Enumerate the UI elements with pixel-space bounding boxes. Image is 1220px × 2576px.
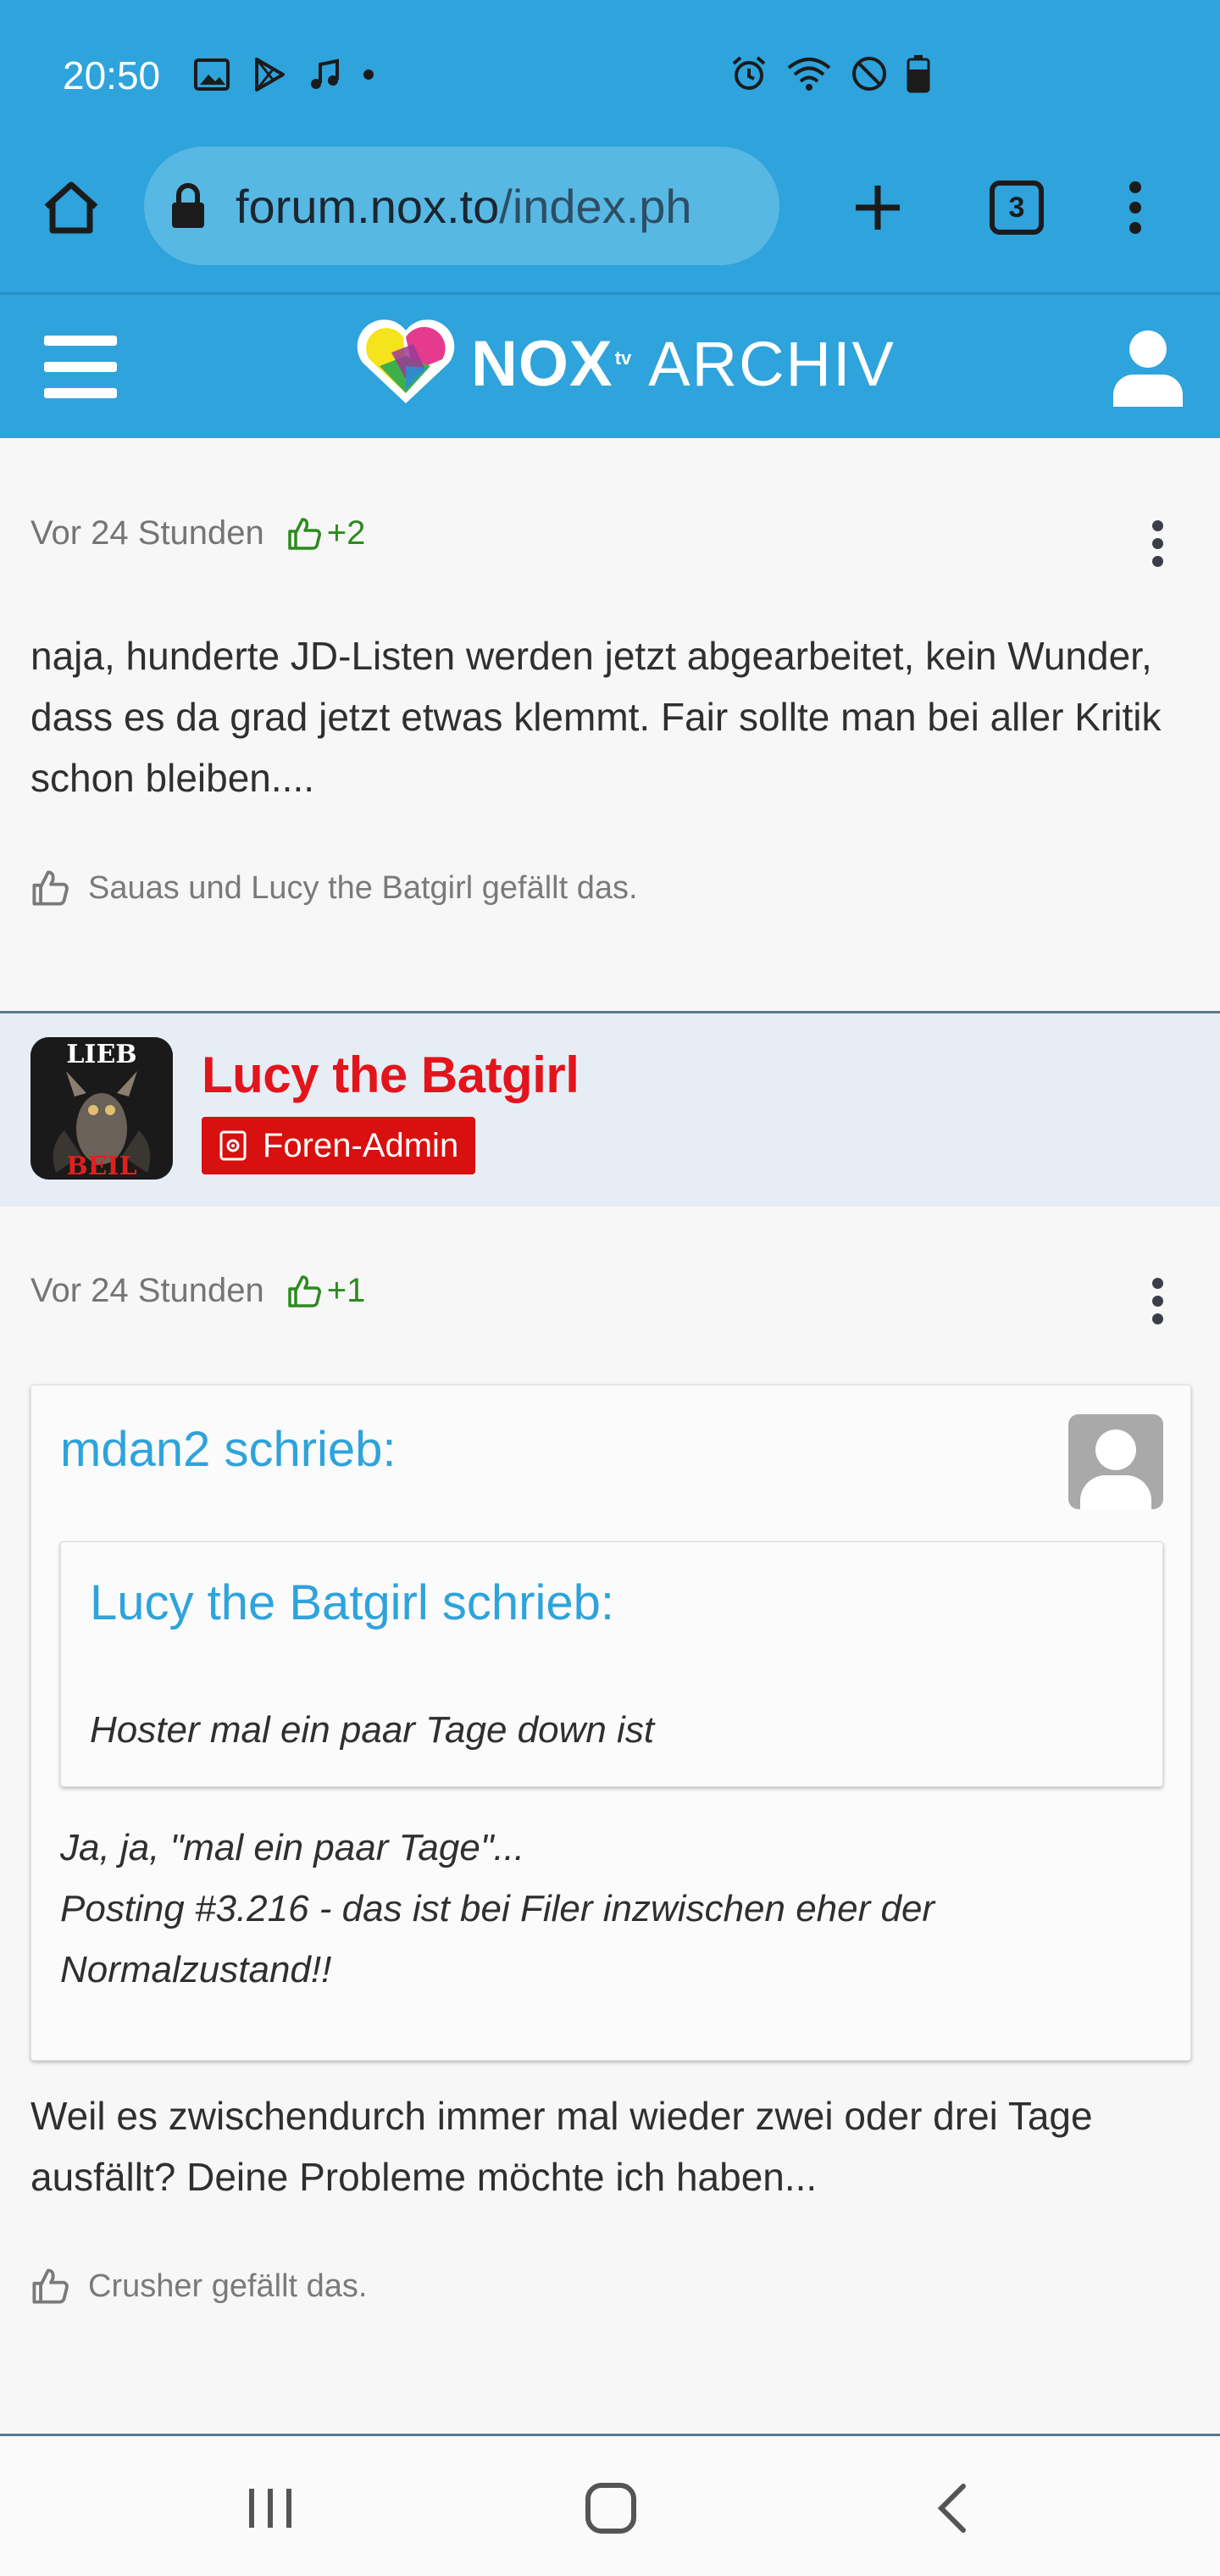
do-not-disturb-icon (852, 57, 886, 91)
recent-apps-button[interactable] (232, 2470, 308, 2546)
url-domain: forum.nox.to (236, 179, 500, 233)
reaction-text: Sauas und Lucy the Batgirl gefällt das. (88, 869, 638, 906)
post-likes[interactable]: +2 (286, 514, 366, 552)
thumbs-up-icon (288, 517, 321, 550)
browser-home-button[interactable] (37, 174, 105, 242)
browser-menu-button[interactable] (1110, 174, 1161, 242)
alarm-icon (732, 56, 766, 90)
post-options-button[interactable] (1144, 514, 1171, 573)
plus-icon (856, 186, 900, 230)
post-body: Weil es zwischendurch immer mal wieder z… (30, 2094, 1093, 2199)
user-icon (1113, 330, 1183, 407)
logo-tv-text: tv (614, 347, 632, 369)
tab-switcher-button[interactable]: 3 (990, 180, 1044, 235)
post-body: naja, hunderte JD-Listen werden jetzt ab… (30, 634, 1162, 800)
home-button[interactable] (573, 2470, 649, 2546)
image-icon (194, 58, 230, 91)
role-badge: Foren-Admin (202, 1117, 476, 1174)
quote-text-line: Normalzustand!! (60, 1949, 332, 1990)
wifi-icon (787, 58, 831, 91)
post-likes[interactable]: +1 (286, 1272, 366, 1310)
post-reactions[interactable]: Crusher gefällt das. (30, 2267, 368, 2306)
post-author-header: LIEB BEIL Lucy the Batgirl Foren-Admin (0, 1013, 1220, 1207)
admin-badge-icon (219, 1130, 247, 1161)
hamburger-line (44, 388, 117, 398)
thread-content: Vor 24 Stunden +2 naja, hunderte JD-List… (0, 438, 1220, 2434)
nested-quote-block: Lucy the Batgirl schrieb: Hoster mal ein… (60, 1541, 1163, 1787)
user-account-button[interactable] (1110, 325, 1186, 410)
nested-quote-title[interactable]: Lucy the Batgirl schrieb: (90, 1574, 614, 1631)
home-nav-icon (585, 2483, 636, 2534)
thumbs-up-outline-icon (32, 870, 69, 906)
post-time[interactable]: Vor 24 Stunden (30, 514, 264, 552)
menu-button[interactable] (44, 336, 117, 398)
dot-icon (363, 69, 374, 80)
quote-block: mdan2 schrieb: Lucy the Batgirl schrieb:… (30, 1385, 1191, 2061)
hamburger-line (44, 362, 117, 372)
logo-archiv-text: ARCHIV (648, 328, 896, 399)
back-button[interactable] (913, 2470, 990, 2546)
thumbs-up-icon (288, 1274, 321, 1307)
battery-icon (907, 55, 930, 93)
url-path: /index.ph (499, 179, 692, 233)
thumbs-up-outline-icon (32, 2268, 69, 2304)
status-bar: 20:50 (0, 0, 1220, 140)
system-nav-bar (0, 2434, 1220, 2576)
lock-icon (172, 183, 204, 228)
heart-logo-icon (357, 319, 455, 403)
logo-nox-text: NOX (471, 327, 613, 400)
site-header: NOX tv ARCHIV (0, 292, 1220, 438)
home-icon (44, 181, 98, 234)
quote-text-line: Posting #3.216 - das ist bei Filer inzwi… (60, 1888, 935, 1929)
status-right-icons (730, 54, 930, 93)
post-likes-count: +1 (326, 1272, 366, 1309)
recent-apps-icon (249, 2489, 291, 2528)
hamburger-line (44, 336, 117, 346)
default-avatar-icon (1080, 1430, 1151, 1509)
status-time: 20:50 (63, 53, 161, 97)
post-reactions[interactable]: Sauas und Lucy the Batgirl gefällt das. (30, 869, 638, 908)
avatar-text-top: LIEB (66, 1040, 136, 1069)
avatar[interactable]: LIEB BEIL (30, 1037, 173, 1180)
music-icon (311, 58, 339, 89)
post-likes-count: +2 (326, 514, 366, 552)
quote-title[interactable]: mdan2 schrieb: (60, 1421, 396, 1478)
nested-quote-text: Hoster mal ein paar Tage down ist (90, 1709, 655, 1751)
back-icon (937, 2484, 966, 2533)
url-text[interactable]: forum.nox.to/index.ph (236, 179, 761, 234)
browser-toolbar: forum.nox.to/index.ph 3 (0, 140, 1220, 292)
reaction-text: Crusher gefällt das. (88, 2268, 368, 2304)
post-time[interactable]: Vor 24 Stunden (30, 1272, 264, 1310)
new-tab-button[interactable] (844, 174, 912, 242)
role-label: Foren-Admin (263, 1126, 459, 1164)
quote-text-line: Ja, ja, "mal ein paar Tage"... (60, 1827, 525, 1868)
avatar-text-bottom: BEIL (66, 1152, 136, 1180)
post-options-button[interactable] (1144, 1271, 1171, 1330)
post-meta: Vor 24 Stunden +1 (30, 1272, 365, 1310)
status-left-icons (193, 56, 374, 93)
avatar-image: LIEB BEIL (30, 1037, 173, 1180)
play-store-icon (255, 58, 285, 92)
site-logo[interactable]: NOX tv ARCHIV (354, 319, 896, 408)
address-bar[interactable]: forum.nox.to/index.ph (144, 147, 779, 265)
more-vert-icon (1129, 181, 1141, 234)
quote-avatar[interactable] (1068, 1414, 1163, 1509)
author-name[interactable]: Lucy the Batgirl (202, 1046, 580, 1104)
post-meta: Vor 24 Stunden +2 (30, 514, 365, 552)
